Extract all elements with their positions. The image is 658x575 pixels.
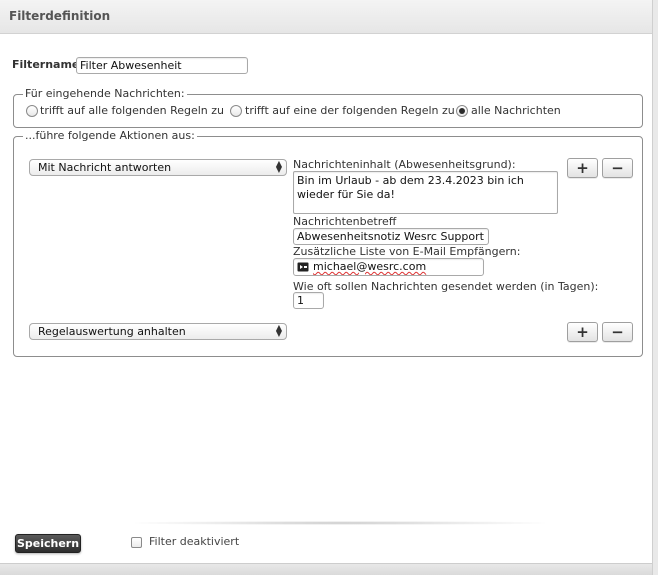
remove-rule-button-1[interactable]: − (602, 158, 633, 178)
divider (135, 521, 545, 525)
recipients-value: michael@wesrc.com (313, 260, 427, 273)
panel-edge (652, 0, 658, 575)
footer-bar (0, 563, 652, 575)
frequency-input[interactable]: 1 (293, 292, 324, 309)
select-arrows-icon: ▲ ▼ (275, 323, 282, 338)
actions-legend: ...führe folgende Aktionen aus: (23, 129, 197, 142)
page-title: Filterdefinition (9, 9, 111, 23)
radio-any-rule[interactable] (230, 105, 242, 117)
content-textarea[interactable]: Bin im Urlaub - ab dem 23.4.2023 bin ich… (293, 171, 558, 214)
recipients-label: Zusätzliche Liste von E-Mail Empfängern: (293, 245, 521, 258)
filter-disabled-checkbox[interactable] (131, 537, 142, 548)
select-arrows-icon: ▲ ▼ (275, 159, 282, 174)
plus-icon: + (576, 159, 589, 177)
filtername-input[interactable]: Filter Abwesenheit (76, 57, 248, 74)
minus-icon: − (611, 323, 624, 341)
panel-header: Filterdefinition (0, 0, 652, 34)
action-select-2-value: Regelauswertung anhalten (38, 325, 186, 338)
radio-all-rules-label[interactable]: trifft auf alle folgenden Regeln zu (40, 104, 224, 117)
content-label: Nachrichteninhalt (Abwesenheitsgrund): (293, 158, 516, 171)
filtername-label: Filtername: (12, 58, 84, 71)
recipients-input[interactable]: michael@wesrc.com (293, 258, 484, 276)
remove-rule-button-2[interactable]: − (602, 322, 633, 342)
action-select-2[interactable]: Regelauswertung anhalten ▲ ▼ (29, 323, 287, 340)
action-select-1-value: Mit Nachricht antworten (38, 161, 172, 174)
incoming-legend: Für eingehende Nachrichten: (23, 87, 187, 100)
radio-any-rule-label[interactable]: trifft auf eine der folgenden Regeln zu (245, 104, 455, 117)
add-rule-button-2[interactable]: + (567, 322, 598, 342)
subject-input[interactable]: Abwesenheitsnotiz Wesrc Support (293, 228, 489, 245)
radio-all-messages-label[interactable]: alle Nachrichten (471, 104, 561, 117)
filter-disabled-label[interactable]: Filter deaktiviert (149, 535, 239, 548)
address-card-icon (297, 262, 309, 272)
plus-icon: + (576, 323, 589, 341)
subject-label: Nachrichtenbetreff (293, 215, 397, 228)
frequency-label: Wie oft sollen Nachrichten gesendet werd… (293, 280, 599, 293)
action-select-1[interactable]: Mit Nachricht antworten ▲ ▼ (29, 159, 287, 176)
add-rule-button-1[interactable]: + (567, 158, 598, 178)
minus-icon: − (611, 159, 624, 177)
radio-all-messages[interactable] (456, 105, 468, 117)
radio-all-rules[interactable] (26, 105, 38, 117)
save-button[interactable]: Speichern (15, 534, 81, 553)
